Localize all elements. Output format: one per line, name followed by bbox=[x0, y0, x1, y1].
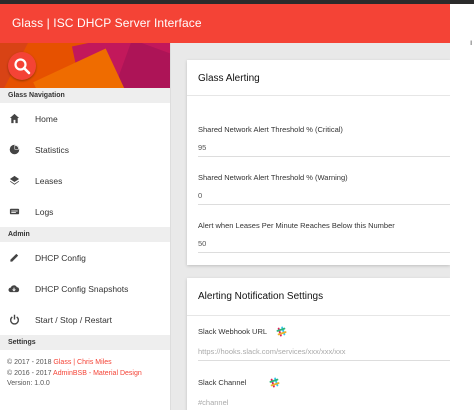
nav-section-header: Glass Navigation bbox=[0, 88, 170, 103]
app-header: Glass | ISC DHCP Server Interface bbox=[0, 4, 450, 43]
slack-icon bbox=[269, 375, 280, 393]
layers-icon bbox=[8, 175, 20, 187]
pencil-icon bbox=[8, 252, 20, 264]
warning-threshold-label: Shared Network Alert Threshold % (Warnin… bbox=[198, 173, 348, 182]
sidebar-item-label: Home bbox=[35, 113, 58, 124]
input-underline bbox=[198, 252, 450, 253]
slack-channel-label: Slack Channel bbox=[198, 378, 247, 387]
card-title: Alerting Notification Settings bbox=[187, 278, 450, 316]
logs-icon bbox=[8, 206, 20, 218]
app-title[interactable]: Glass | ISC DHCP Server Interface bbox=[12, 16, 202, 30]
sidebar-item-home[interactable]: Home bbox=[0, 103, 170, 134]
avatar[interactable] bbox=[8, 52, 36, 80]
copyright-line-1: © 2017 - 2018 Glass | Chris Miles bbox=[7, 359, 112, 366]
sidebar-item-label: Statistics bbox=[35, 144, 70, 155]
notification-settings-card: Alerting Notification Settings Slack Web… bbox=[187, 278, 450, 410]
copyright-line-2: © 2016 - 2017 AdminBSB - Material Design bbox=[7, 369, 142, 377]
sidebar: Glass Navigation Home Statistics Leases … bbox=[0, 43, 171, 410]
sidebar-item-label: Start / Stop / Restart bbox=[35, 314, 113, 325]
sidebar-item-start-stop-restart[interactable]: Start / Stop / Restart bbox=[0, 304, 170, 335]
search-icon bbox=[14, 58, 31, 75]
user-banner bbox=[0, 43, 170, 88]
slack-webhook-input[interactable]: https://hooks.slack.com/services/xxx/xxx… bbox=[198, 347, 346, 356]
sidebar-item-label: DHCP Config Snapshots bbox=[35, 283, 129, 294]
adminbsb-link[interactable]: AdminBSB - Material Design bbox=[53, 370, 142, 377]
settings-section-header: Settings bbox=[0, 335, 170, 350]
cloud-icon bbox=[8, 283, 20, 295]
home-icon bbox=[8, 113, 20, 125]
admin-section-header: Admin bbox=[0, 227, 170, 242]
glass-alerting-card: Glass Alerting Shared Network Alert Thre… bbox=[187, 60, 450, 265]
slack-icon bbox=[276, 324, 287, 342]
leases-per-minute-label: Alert when Leases Per Minute Reaches Bel… bbox=[198, 221, 395, 230]
version-line: Version: 1.0.0 bbox=[7, 380, 50, 387]
pie-chart-icon bbox=[8, 144, 20, 156]
sidebar-footer: © 2017 - 2018 Glass | Chris Miles © 2016… bbox=[0, 350, 170, 390]
sidebar-item-logs[interactable]: Logs bbox=[0, 196, 170, 227]
sidebar-item-dhcp-config[interactable]: DHCP Config bbox=[0, 242, 170, 273]
slack-channel-input[interactable]: #channel bbox=[198, 398, 228, 407]
critical-threshold-label: Shared Network Alert Threshold % (Critic… bbox=[198, 125, 343, 134]
slack-webhook-label: Slack Webhook URL bbox=[198, 327, 268, 336]
input-underline bbox=[198, 204, 450, 205]
version-value: 1.0.0 bbox=[34, 380, 50, 387]
glass-link[interactable]: Glass | Chris Miles bbox=[53, 359, 111, 366]
warning-threshold-input[interactable]: 0 bbox=[198, 191, 202, 200]
power-icon bbox=[8, 314, 20, 326]
critical-threshold-input[interactable]: 95 bbox=[198, 143, 206, 152]
card-title: Glass Alerting bbox=[187, 60, 450, 96]
cursor-mark: ı bbox=[470, 38, 473, 47]
right-margin: ı bbox=[450, 4, 474, 410]
sidebar-item-label: Logs bbox=[35, 206, 54, 217]
sidebar-item-dhcp-config-snapshots[interactable]: DHCP Config Snapshots bbox=[0, 273, 170, 304]
sidebar-item-label: Leases bbox=[35, 175, 63, 186]
sidebar-item-leases[interactable]: Leases bbox=[0, 165, 170, 196]
sidebar-item-label: DHCP Config bbox=[35, 252, 86, 263]
main-content: Glass Alerting Shared Network Alert Thre… bbox=[171, 43, 450, 410]
input-underline bbox=[198, 360, 450, 361]
leases-per-minute-input[interactable]: 50 bbox=[198, 239, 206, 248]
input-underline bbox=[198, 156, 450, 157]
sidebar-item-statistics[interactable]: Statistics bbox=[0, 134, 170, 165]
